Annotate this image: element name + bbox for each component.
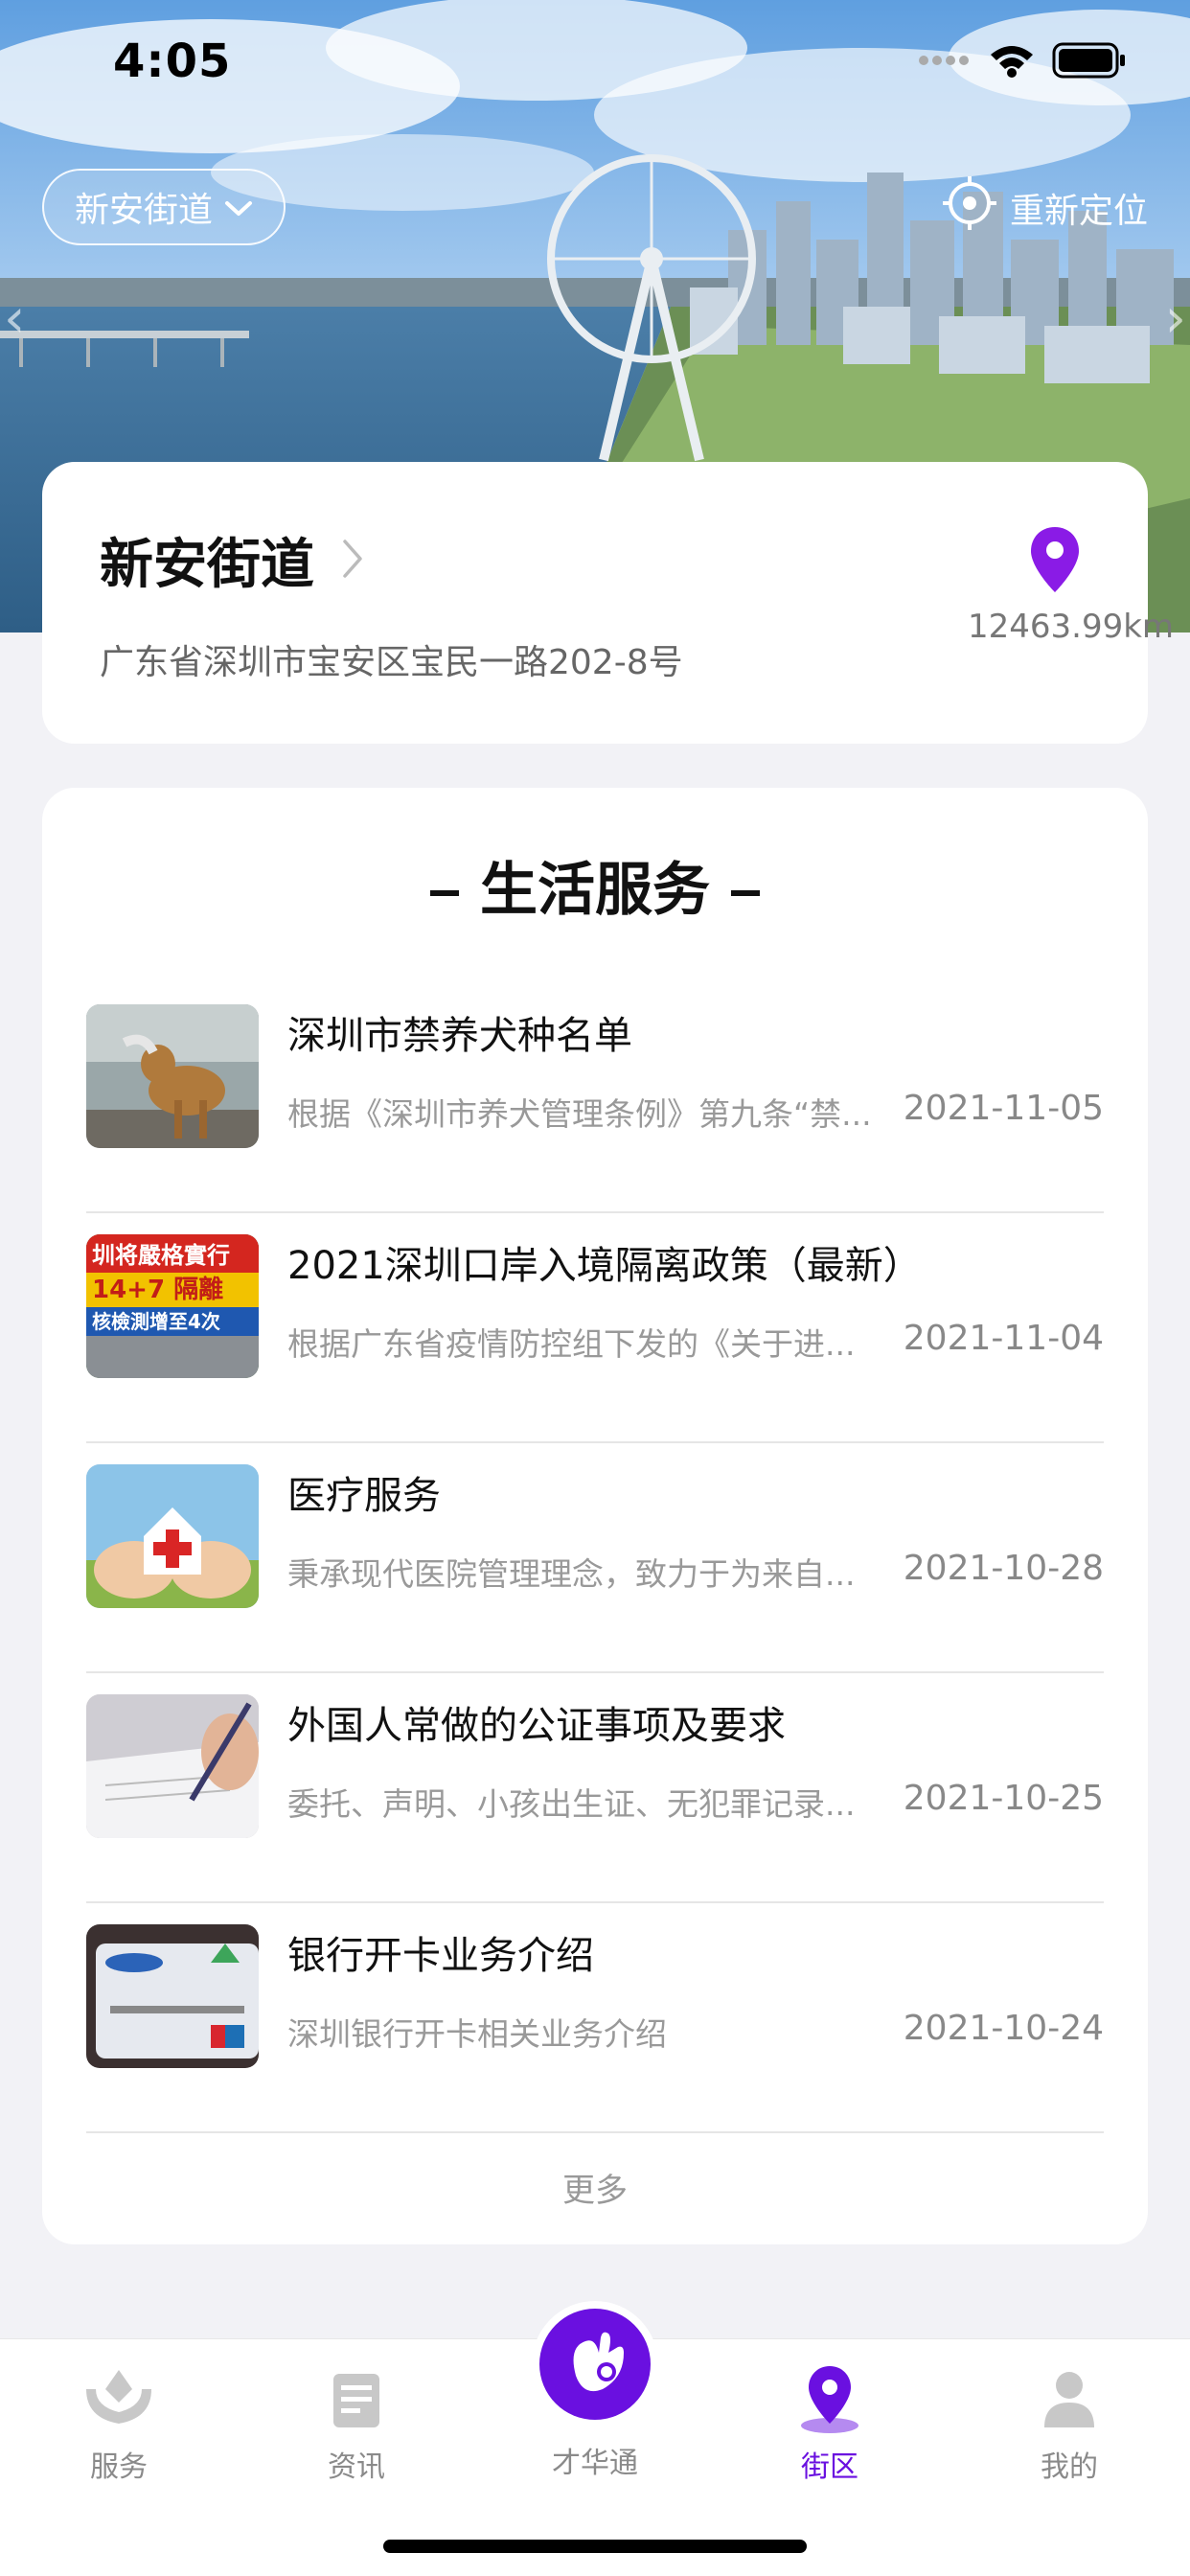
item-date: 2021-10-28 <box>903 1549 1104 1588</box>
tab-label: 服务 <box>90 2450 148 2484</box>
location-name-row[interactable]: 新安街道 <box>100 521 364 599</box>
carousel-prev-icon[interactable]: ‹ <box>4 292 25 346</box>
chevron-down-icon <box>224 188 253 227</box>
hands-icon <box>23 2360 215 2437</box>
tab-label: 资讯 <box>328 2450 385 2484</box>
status-time: 4:05 <box>113 34 232 88</box>
status-icons <box>918 42 1127 82</box>
item-summary: 委托、声明、小孩出生证、无犯罪记录... <box>287 1785 856 1823</box>
status-bar: 4:05 <box>0 0 1190 126</box>
item-date: 2021-10-25 <box>903 1779 1104 1818</box>
notary-thumbnail <box>86 1694 259 1838</box>
tab-label[interactable]: 才华通 <box>499 2439 691 2481</box>
item-date: 2021-11-04 <box>903 1319 1104 1358</box>
tab-services[interactable]: 服务 <box>23 2360 215 2485</box>
title-dash-right <box>731 890 760 897</box>
location-card[interactable]: 新安街道 广东省深圳市宝安区宝民一路202-8号 12463.99km <box>42 462 1174 744</box>
item-title: 外国人常做的公证事项及要求 <box>287 1704 786 1748</box>
svg-text:核檢測增至4次: 核檢測增至4次 <box>92 1310 220 1333</box>
news-icon <box>261 2360 452 2437</box>
hand-gesture-icon <box>539 2332 651 2424</box>
list-item[interactable]: 医疗服务 秉承现代医院管理理念，致力于为来自... 2021-10-28 <box>86 1443 1104 1673</box>
item-title: 医疗服务 <box>287 1474 441 1518</box>
district-selector-label: 新安街道 <box>75 191 214 230</box>
tab-news[interactable]: 资讯 <box>261 2360 452 2485</box>
life-services-card: 生活服务 深圳市禁养犬种名单 根据《深圳市养犬管理条例》第九条“禁... 202… <box>42 788 1148 2244</box>
list-item[interactable]: 银行开卡业务介绍 深圳银行开卡相关业务介绍 2021-10-24 <box>86 1903 1104 2133</box>
locate-crosshair-icon <box>941 174 998 241</box>
section-title-text: 生活服务 <box>480 857 710 924</box>
location-address: 广东省深圳市宝安区宝民一路202-8号 <box>100 643 683 682</box>
item-summary: 深圳银行开卡相关业务介绍 <box>287 2015 667 2053</box>
location-pin-icon <box>734 2360 926 2437</box>
location-name: 新安街道 <box>100 534 314 596</box>
tab-district[interactable]: 街区 <box>734 2360 926 2485</box>
relocate-label: 重新定位 <box>1009 191 1148 231</box>
title-dash-left <box>430 890 459 897</box>
item-title: 2021深圳口岸入境隔离政策（最新） <box>287 1244 922 1288</box>
item-summary: 秉承现代医院管理理念，致力于为来自... <box>287 1555 856 1593</box>
tab-label: 我的 <box>1041 2450 1098 2484</box>
carousel-next-icon[interactable]: › <box>1165 292 1186 346</box>
section-title: 生活服务 <box>42 843 1148 927</box>
item-summary: 根据《深圳市养犬管理条例》第九条“禁... <box>287 1095 872 1133</box>
wifi-icon <box>989 43 1035 81</box>
list-item[interactable]: 深圳市禁养犬种名单 根据《深圳市养犬管理条例》第九条“禁... 2021-11-… <box>86 983 1104 1213</box>
list-item[interactable]: 外国人常做的公证事项及要求 委托、声明、小孩出生证、无犯罪记录... 2021-… <box>86 1673 1104 1903</box>
item-summary: 根据广东省疫情防控组下发的《关于进... <box>287 1325 856 1363</box>
bank-card-thumbnail <box>86 1924 259 2068</box>
page: 4:05 新安街道 重新定位 ‹ › 新安街道 广东省深圳市宝安区宝民一路202… <box>0 0 1190 2576</box>
medical-thumbnail <box>86 1464 259 1608</box>
person-icon <box>973 2360 1165 2437</box>
svg-text:14+7 隔離: 14+7 隔離 <box>92 1275 223 1304</box>
district-selector[interactable]: 新安街道 <box>42 169 286 245</box>
location-pin-icon <box>1029 525 1081 598</box>
battery-icon <box>1052 42 1127 82</box>
svg-text:圳将嚴格實行: 圳将嚴格實行 <box>92 1242 230 1269</box>
chevron-right-icon <box>341 538 364 584</box>
tab-talent-button[interactable] <box>539 2309 651 2420</box>
item-date: 2021-10-24 <box>903 2009 1104 2048</box>
relocate-button[interactable]: 重新定位 <box>941 174 1148 241</box>
dog-thumbnail <box>86 1004 259 1148</box>
item-title: 深圳市禁养犬种名单 <box>287 1014 632 1058</box>
news-poster-thumbnail: 圳将嚴格實行 14+7 隔離 核檢測增至4次 <box>86 1234 259 1378</box>
item-date: 2021-11-05 <box>903 1089 1104 1128</box>
tab-label: 街区 <box>801 2450 858 2484</box>
item-title: 银行开卡业务介绍 <box>287 1934 594 1978</box>
location-distance: 12463.99km <box>968 608 1175 646</box>
services-list: 深圳市禁养犬种名单 根据《深圳市养犬管理条例》第九条“禁... 2021-11-… <box>86 983 1104 2133</box>
signal-icon <box>918 53 972 72</box>
home-indicator[interactable] <box>383 2540 807 2553</box>
tab-profile[interactable]: 我的 <box>973 2360 1165 2485</box>
list-item[interactable]: 圳将嚴格實行 14+7 隔離 核檢測增至4次 2021深圳口岸入境隔离政策（最新… <box>86 1213 1104 1443</box>
more-link[interactable]: 更多 <box>42 2164 1148 2211</box>
